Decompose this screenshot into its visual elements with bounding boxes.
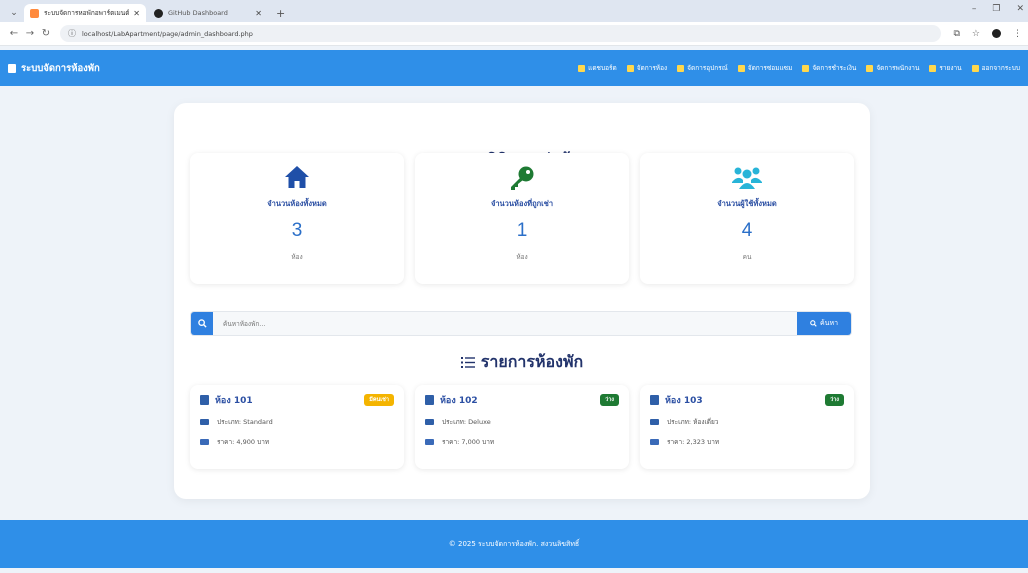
reload-icon[interactable]: ↻ [38, 28, 54, 39]
tab-title: ระบบจัดการหอพักอพาร์ตเมนต์ - ระบบจัดการ [44, 9, 130, 17]
stat-card-rented-rooms: จำนวนห้องที่ถูกเช่า 1 ห้อง [415, 153, 629, 284]
bed-icon [425, 419, 434, 425]
nav-dashboard[interactable]: แดชบอร์ด [578, 63, 617, 73]
room-card-103[interactable]: ห้อง 103 ว่าง ประเภท: ห้องเดี่ยว ราคา: 2… [640, 385, 854, 469]
room-icon [425, 395, 434, 405]
nav-logout[interactable]: ออกจากระบบ [971, 63, 1020, 73]
users-icon [732, 167, 762, 189]
app-navbar: ระบบจัดการห้องพัก แดชบอร์ด จัดการห้อง จั… [0, 50, 1028, 86]
home-icon [285, 166, 309, 188]
favicon-icon [30, 8, 39, 18]
money-icon [425, 439, 434, 445]
back-icon[interactable]: ← [6, 28, 22, 39]
nav-payments[interactable]: จัดการชำระเงิน [802, 63, 856, 73]
status-badge: มีคนเช่า [364, 394, 394, 406]
door-icon [626, 64, 634, 72]
stat-value: 1 [516, 220, 528, 241]
search-icon [810, 320, 817, 327]
footer-text: © 2025 ระบบจัดการห้องพัก. สงวนลิขสิทธิ์ [448, 539, 580, 548]
search-bar: ค้นหา [190, 311, 852, 336]
building-icon [8, 63, 16, 73]
chart-icon [578, 64, 586, 72]
key-icon [511, 166, 534, 190]
main-card: สถิติการเช่าห้อง จำนวนห้องทั้งหมด 3 ห้อง… [174, 103, 870, 499]
browser-addressbar: ← → ↻ ⓘ localhost/LabApartment/page/admi… [0, 22, 1028, 46]
file-icon [929, 64, 937, 72]
logout-icon [971, 64, 979, 72]
github-icon [154, 8, 163, 18]
rooms-heading: รายการห้องพัก [174, 350, 870, 375]
url-text: localhost/LabApartment/page/admin_dashbo… [82, 29, 253, 38]
nav-equipment[interactable]: จัดการอุปกรณ์ [677, 63, 728, 73]
stat-card-total-rooms: จำนวนห้องทั้งหมด 3 ห้อง [190, 153, 404, 284]
room-card-101[interactable]: ห้อง 101 มีคนเช่า ประเภท: Standard ราคา:… [190, 385, 404, 469]
window-controls: – ❐ ✕ [972, 4, 1024, 14]
browser-tab-github[interactable]: GitHub Dashboard ✕ [148, 4, 268, 22]
url-input[interactable]: ⓘ localhost/LabApartment/page/admin_dash… [60, 25, 942, 42]
close-window-icon[interactable]: ✕ [1016, 4, 1024, 14]
bed-icon [200, 419, 209, 425]
tab-title: GitHub Dashboard [168, 9, 228, 17]
search-button[interactable]: ค้นหา [797, 312, 851, 335]
stat-card-total-users: จำนวนผู้ใช้ทั้งหมด 4 คน [640, 153, 854, 284]
new-tab-button[interactable]: + [270, 4, 291, 22]
minimize-icon[interactable]: – [972, 4, 977, 14]
money-icon [802, 64, 810, 72]
close-tab-icon[interactable]: ✕ [133, 9, 140, 18]
nav-repairs[interactable]: จัดการซ่อมแซม [737, 63, 792, 73]
stat-value: 4 [741, 220, 753, 241]
search-icon [191, 312, 213, 335]
nav-menu: แดชบอร์ด จัดการห้อง จัดการอุปกรณ์ จัดการ… [578, 63, 1020, 73]
wrench-icon [737, 64, 745, 72]
nav-rooms[interactable]: จัดการห้อง [626, 63, 667, 73]
nav-staff[interactable]: จัดการพนักงาน [866, 63, 919, 73]
tools-icon [677, 64, 685, 72]
browser-tab-active[interactable]: ระบบจัดการหอพักอพาร์ตเมนต์ - ระบบจัดการ … [24, 4, 146, 22]
room-icon [650, 395, 659, 405]
room-icon [200, 395, 209, 405]
bookmark-star-icon[interactable]: ☆ [972, 29, 980, 39]
translate-icon[interactable]: ⧉ [953, 29, 959, 39]
money-icon [200, 439, 209, 445]
search-input[interactable] [213, 312, 797, 335]
close-tab-icon[interactable]: ✕ [255, 9, 262, 18]
footer: © 2025 ระบบจัดการห้องพัก. สงวนลิขสิทธิ์ [0, 520, 1028, 568]
nav-reports[interactable]: รายงาน [929, 63, 962, 73]
status-badge: ว่าง [600, 394, 619, 406]
status-badge: ว่าง [825, 394, 844, 406]
list-icon [460, 357, 475, 368]
browser-tabbar: ⌄ ระบบจัดการหอพักอพาร์ตเมนต์ - ระบบจัดกา… [0, 0, 1028, 22]
room-card-102[interactable]: ห้อง 102 ว่าง ประเภท: Deluxe ราคา: 7,000… [415, 385, 629, 469]
money-icon [650, 439, 659, 445]
brand[interactable]: ระบบจัดการห้องพัก [8, 61, 100, 76]
tab-list-icon[interactable]: ⌄ [4, 4, 24, 22]
forward-icon[interactable]: → [22, 28, 38, 39]
stat-value: 3 [291, 220, 303, 241]
users-icon [866, 64, 874, 72]
brand-title: ระบบจัดการห้องพัก [21, 62, 100, 74]
bed-icon [650, 419, 659, 425]
profile-avatar[interactable] [992, 29, 1001, 38]
restore-icon[interactable]: ❐ [992, 4, 1000, 14]
site-info-icon[interactable]: ⓘ [68, 28, 76, 39]
browser-menu-icon[interactable]: ⋮ [1013, 29, 1022, 39]
